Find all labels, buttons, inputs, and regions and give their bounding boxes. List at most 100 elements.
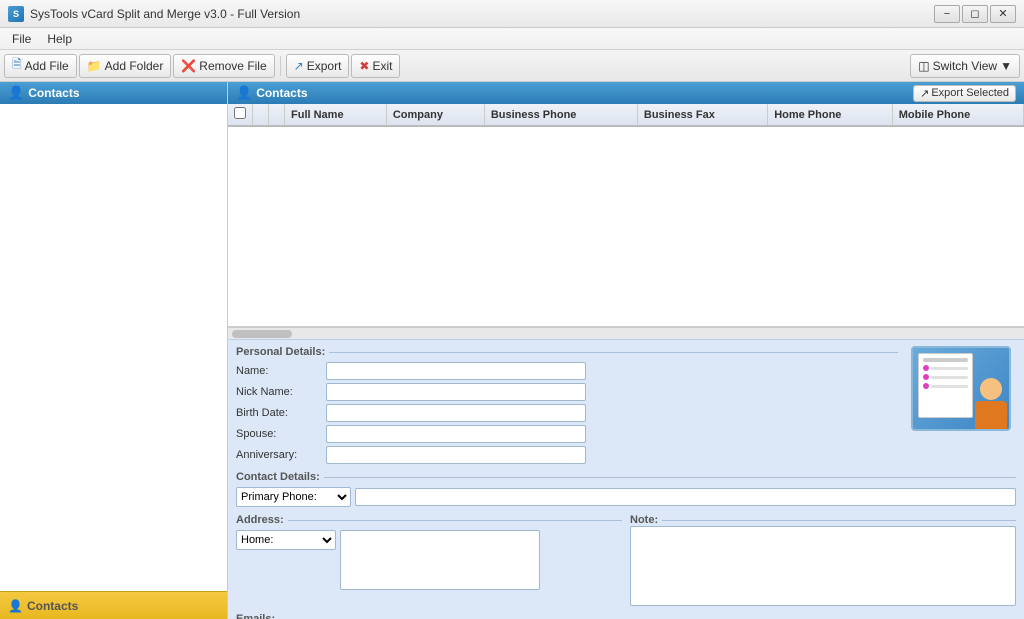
anniversary-label: Anniversary: [236, 449, 326, 461]
exit-icon: ✖ [359, 59, 369, 73]
sidebar-footer-button[interactable]: 👤 Contacts [0, 591, 227, 619]
address-textarea[interactable] [340, 530, 540, 590]
window-title: SysTools vCard Split and Merge v3.0 - Fu… [30, 7, 300, 21]
contact-details-row: Primary Phone: Home Phone: Work Phone: M… [236, 487, 1016, 507]
title-bar: S SysTools vCard Split and Merge v3.0 - … [0, 0, 1024, 28]
sidebar: 👤 Contacts 👤 Contacts [0, 82, 228, 619]
scrollbar-thumb[interactable] [232, 330, 292, 338]
phone-type-select[interactable]: Primary Phone: Home Phone: Work Phone: M… [236, 487, 351, 507]
menu-file[interactable]: File [4, 30, 39, 48]
note-textarea[interactable] [630, 526, 1016, 606]
menu-bar: File Help [0, 28, 1024, 50]
contacts-header: 👤 Contacts ↗ Export Selected [228, 82, 1024, 104]
personal-details-section: Personal Details: Name: Nick Name: Birth… [236, 346, 898, 467]
export-icon: ↗ [294, 59, 304, 73]
person-body [975, 401, 1007, 429]
sidebar-footer-icon: 👤 [8, 599, 23, 613]
switch-view-arrow: ▼ [1000, 59, 1012, 73]
birthdate-label: Birth Date: [236, 407, 326, 419]
col-mobile-phone[interactable]: Mobile Phone [892, 104, 1023, 126]
remove-file-icon: ❌ [181, 59, 196, 73]
anniversary-input[interactable] [326, 446, 586, 464]
select-all-checkbox[interactable] [234, 107, 246, 119]
note-section: Note: [630, 514, 1016, 609]
add-folder-label: Add Folder [105, 59, 164, 73]
menu-help[interactable]: Help [39, 30, 80, 48]
close-button[interactable]: ✕ [990, 5, 1016, 23]
remove-file-label: Remove File [199, 59, 266, 73]
add-file-label: Add File [25, 59, 69, 73]
toolbar: 🗎 Add File 📁 Add Folder ❌ Remove File ↗ … [0, 50, 1024, 82]
contacts-header-left: 👤 Contacts [236, 85, 308, 101]
minimize-button[interactable]: − [934, 5, 960, 23]
col-fullname[interactable]: Full Name [285, 104, 387, 126]
export-selected-label: Export Selected [931, 87, 1009, 99]
add-folder-button[interactable]: 📁 Add Folder [79, 54, 172, 78]
export-selected-button[interactable]: ↗ Export Selected [913, 85, 1016, 102]
nickname-row: Nick Name: [236, 383, 898, 401]
col-checkbox[interactable] [228, 104, 253, 126]
col-icon1 [253, 104, 269, 126]
details-pane: Personal Details: Name: Nick Name: Birth… [228, 339, 1024, 619]
export-selected-icon: ↗ [920, 87, 929, 100]
avatar-person [975, 378, 1007, 429]
spouse-row: Spouse: [236, 425, 898, 443]
switch-view-icon: ◫ [918, 59, 929, 73]
content-area: 👤 Contacts ↗ Export Selected Full Name C… [228, 82, 1024, 619]
col-home-phone[interactable]: Home Phone [768, 104, 893, 126]
email-legend: Emails: [236, 613, 1016, 619]
exit-label: Exit [372, 59, 392, 73]
horizontal-scrollbar[interactable] [228, 327, 1024, 339]
add-folder-icon: 📁 [87, 59, 102, 73]
phone-value-input[interactable] [355, 488, 1016, 506]
nickname-input[interactable] [326, 383, 586, 401]
sidebar-content[interactable] [0, 104, 227, 591]
app-icon: S [8, 6, 24, 22]
sidebar-header-label: Contacts [28, 86, 79, 100]
add-file-icon: 🗎 [12, 55, 22, 76]
sidebar-contacts-icon: 👤 [8, 85, 24, 101]
export-button[interactable]: ↗ Export [286, 54, 350, 78]
contact-details-legend: Contact Details: [236, 471, 1016, 483]
name-label: Name: [236, 365, 326, 377]
name-row: Name: [236, 362, 898, 380]
email-section: Emails: [236, 613, 1016, 619]
name-input[interactable] [326, 362, 586, 380]
col-icon2 [269, 104, 285, 126]
main-layout: 👤 Contacts 👤 Contacts 👤 Contacts ↗ Expor… [0, 82, 1024, 619]
restore-button[interactable]: ◻ [962, 5, 988, 23]
sidebar-footer-label: Contacts [27, 599, 78, 613]
address-type-select[interactable]: Home: Work: Other: [236, 530, 336, 550]
contacts-table-wrapper[interactable]: Full Name Company Business Phone Busines… [228, 104, 1024, 327]
contacts-icon: 👤 [236, 85, 252, 101]
remove-file-button[interactable]: ❌ Remove File [173, 54, 274, 78]
address-legend: Address: [236, 514, 622, 526]
person-head [980, 378, 1002, 400]
personal-details-legend: Personal Details: [236, 346, 898, 358]
toolbar-separator [280, 56, 281, 76]
add-file-button[interactable]: 🗎 Add File [4, 54, 77, 78]
note-legend: Note: [630, 514, 1016, 526]
contact-avatar [911, 346, 1011, 431]
contacts-title: Contacts [256, 86, 307, 100]
contact-avatar-section [906, 346, 1016, 467]
avatar-card [918, 353, 973, 418]
details-layout: Personal Details: Name: Nick Name: Birth… [236, 346, 1016, 467]
nickname-label: Nick Name: [236, 386, 326, 398]
spouse-input[interactable] [326, 425, 586, 443]
bottom-sections: Address: Home: Work: Other: Note: [236, 514, 1016, 609]
contacts-table: Full Name Company Business Phone Busines… [228, 104, 1024, 127]
spouse-label: Spouse: [236, 428, 326, 440]
address-section: Address: Home: Work: Other: [236, 514, 622, 609]
col-business-phone[interactable]: Business Phone [484, 104, 637, 126]
col-company[interactable]: Company [386, 104, 484, 126]
exit-button[interactable]: ✖ Exit [351, 54, 400, 78]
anniversary-row: Anniversary: [236, 446, 898, 464]
col-business-fax[interactable]: Business Fax [637, 104, 767, 126]
switch-view-label: Switch View [933, 59, 997, 73]
switch-view-button[interactable]: ◫ Switch View ▼ [910, 54, 1020, 78]
birthdate-input[interactable] [326, 404, 586, 422]
export-label: Export [307, 59, 342, 73]
sidebar-header: 👤 Contacts [0, 82, 227, 104]
window-controls: − ◻ ✕ [934, 5, 1016, 23]
